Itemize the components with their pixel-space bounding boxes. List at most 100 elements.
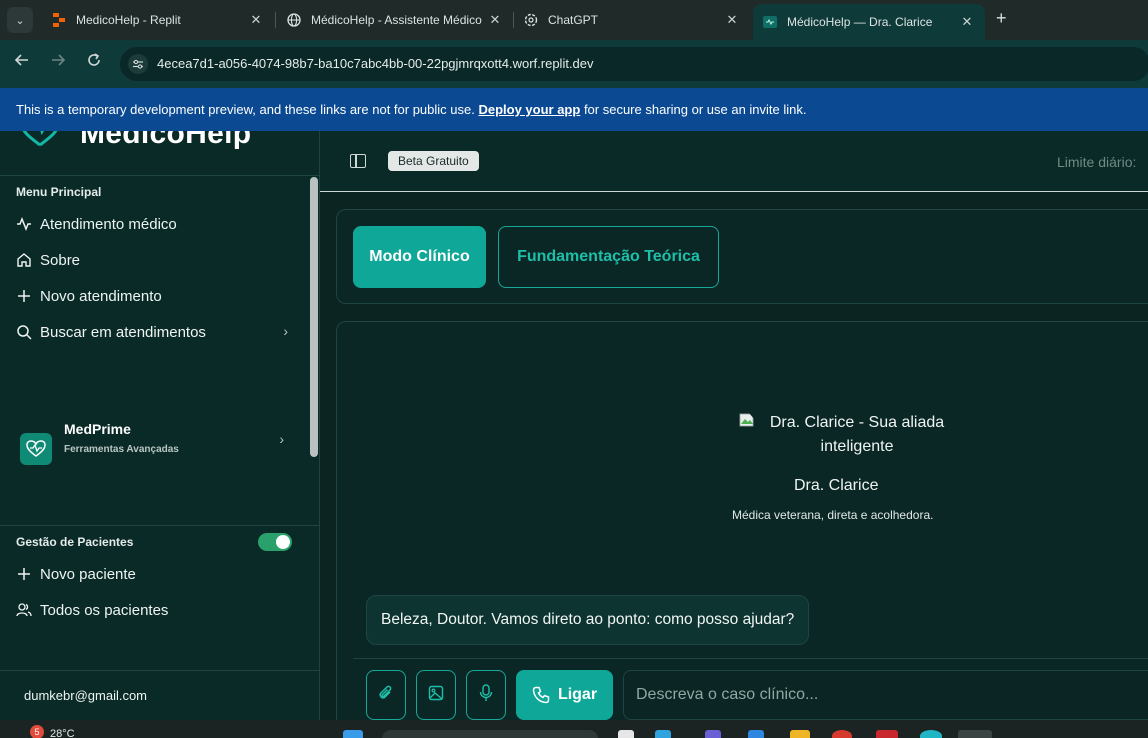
sidebar-item-atendimento-medico[interactable]: Atendimento médico xyxy=(16,212,296,236)
sidebar-item-label: Novo atendimento xyxy=(40,287,162,305)
beta-badge: Beta Gratuito xyxy=(388,151,479,171)
heart-pulse-logo-icon xyxy=(22,131,58,147)
taskbar-app-icon[interactable] xyxy=(920,730,942,738)
sidebar-item-novo-atendimento[interactable]: Novo atendimento xyxy=(16,284,296,308)
home-icon xyxy=(16,252,32,268)
chevron-right-icon: › xyxy=(283,323,288,339)
close-tab-icon[interactable]: ✕ xyxy=(724,12,740,28)
sidebar-item-buscar-atendimentos[interactable]: Buscar em atendimentos › xyxy=(16,320,296,344)
tab-title: MedicoHelp - Replit xyxy=(76,13,181,27)
banner-text: This is a temporary development preview,… xyxy=(16,102,479,117)
patients-toggle[interactable] xyxy=(258,533,292,551)
plus-icon xyxy=(16,288,32,304)
sidebar: MedicoHelp Menu Principal Atendimento mé… xyxy=(0,131,320,720)
divider xyxy=(353,658,1148,659)
sidebar-item-novo-paciente[interactable]: Novo paciente xyxy=(16,562,296,586)
plus-icon xyxy=(16,566,32,582)
weather-badge[interactable]: 5 xyxy=(30,725,44,738)
temperature-text[interactable]: 28°C xyxy=(50,728,75,738)
call-button-label: Ligar xyxy=(557,686,598,703)
main-topbar: Beta Gratuito Limite diário: xyxy=(320,131,1148,192)
reload-icon[interactable] xyxy=(86,52,102,73)
assistant-message: Beleza, Doutor. Vamos direto ao ponto: c… xyxy=(366,595,810,645)
medicohelp-favicon xyxy=(763,15,777,29)
sidebar-item-todos-pacientes[interactable]: Todos os pacientes xyxy=(16,598,296,622)
sidebar-item-label: Atendimento médico xyxy=(40,215,177,233)
assistant-avatar-alt-text: Dra. Clarice - Sua aliada inteligente xyxy=(769,414,945,455)
phone-icon xyxy=(532,686,550,704)
paperclip-icon xyxy=(378,684,394,707)
sidebar-toggle-icon[interactable] xyxy=(350,154,366,168)
microphone-button[interactable] xyxy=(466,670,506,720)
windows-start-icon[interactable] xyxy=(343,730,363,738)
taskbar-app-icon[interactable] xyxy=(832,730,852,738)
tab-title: ChatGPT xyxy=(548,13,599,27)
users-icon xyxy=(16,602,32,618)
assistant-name: Dra. Clarice xyxy=(794,477,879,494)
taskbar-search-box[interactable] xyxy=(382,730,598,738)
chatgpt-icon xyxy=(524,13,538,27)
mode-fundamentacao-button[interactable]: Fundamentação Teórica xyxy=(498,226,719,288)
medprime-subtitle: Ferramentas Avançadas xyxy=(64,444,179,455)
tab-separator xyxy=(275,12,276,28)
close-tab-icon[interactable]: ✕ xyxy=(248,12,264,28)
os-taskbar: 5 28°C xyxy=(0,720,1148,738)
close-tab-icon[interactable]: ✕ xyxy=(487,12,503,28)
divider xyxy=(0,525,319,526)
taskbar-app-icon-active[interactable] xyxy=(958,730,992,738)
taskbar-app-icon[interactable] xyxy=(655,730,671,738)
tab-title: MédicoHelp - Assistente Médico xyxy=(311,13,482,27)
sidebar-item-label: Buscar em atendimentos xyxy=(40,323,206,341)
browser-address-bar: 4ecea7d1-a056-4074-98b7-ba10c7abc4bb-00-… xyxy=(0,40,1148,88)
user-email[interactable]: dumkebr@gmail.com xyxy=(24,688,147,703)
tab-title: MédicoHelp — Dra. Clarice xyxy=(787,15,933,29)
replit-icon xyxy=(52,13,66,27)
browser-tab-bar: ⌄ MedicoHelp - Replit ✕ MédicoHelp - Ass… xyxy=(0,0,1148,40)
close-tab-icon[interactable]: ✕ xyxy=(959,14,975,30)
divider xyxy=(0,670,319,671)
search-icon xyxy=(16,324,32,340)
logo-text: MedicoHelp xyxy=(80,131,252,150)
deploy-app-link[interactable]: Deploy your app xyxy=(478,102,580,117)
globe-icon xyxy=(287,13,301,27)
tab-search-button[interactable]: ⌄ xyxy=(7,7,33,33)
taskbar-app-icon[interactable] xyxy=(618,730,634,738)
taskbar-app-icon[interactable] xyxy=(876,730,898,738)
attach-button[interactable] xyxy=(366,670,406,720)
toggle-knob xyxy=(276,535,290,549)
browser-tab-active[interactable]: MédicoHelp — Dra. Clarice ✕ xyxy=(753,4,985,40)
omnibox[interactable]: 4ecea7d1-a056-4074-98b7-ba10c7abc4bb-00-… xyxy=(120,47,1148,81)
microphone-icon xyxy=(479,683,493,707)
medprime-title: MedPrime xyxy=(64,421,131,437)
taskbar-app-icon[interactable] xyxy=(748,730,764,738)
medprime-card[interactable]: MedPrime Ferramentas Avançadas › xyxy=(16,421,296,469)
daily-limit-text: Limite diário: xyxy=(1057,154,1137,170)
new-tab-button[interactable]: + xyxy=(996,8,1007,29)
dev-preview-banner: This is a temporary development preview,… xyxy=(0,88,1148,131)
banner-text-suffix: for secure sharing or use an invite link… xyxy=(580,102,807,117)
main-content: Beta Gratuito Limite diário: Modo Clínic… xyxy=(320,131,1148,720)
taskbar-app-icon[interactable] xyxy=(705,730,721,738)
case-description-input[interactable] xyxy=(623,670,1148,720)
image-icon xyxy=(428,685,444,706)
logo[interactable]: MedicoHelp xyxy=(0,131,319,157)
browser-tab[interactable]: MédicoHelp - Assistente Médico ✕ xyxy=(277,4,513,36)
back-icon[interactable] xyxy=(14,52,30,73)
sidebar-item-label: Sobre xyxy=(40,251,81,269)
call-button[interactable]: Ligar xyxy=(516,670,613,720)
chevron-right-icon: › xyxy=(279,431,284,447)
image-upload-button[interactable] xyxy=(416,670,456,720)
site-info-icon[interactable] xyxy=(128,54,148,74)
browser-tab[interactable]: MedicoHelp - Replit ✕ xyxy=(42,4,274,36)
mode-clinico-button[interactable]: Modo Clínico xyxy=(353,226,486,288)
activity-icon xyxy=(16,216,32,232)
patients-section-title: Gestão de Pacientes xyxy=(16,535,134,549)
sidebar-item-label: Todos os pacientes xyxy=(40,601,169,619)
url-text[interactable]: 4ecea7d1-a056-4074-98b7-ba10c7abc4bb-00-… xyxy=(157,56,594,71)
taskbar-app-icon[interactable] xyxy=(790,730,810,738)
assistant-description: Médica veterana, direta e acolhedora. xyxy=(732,508,934,522)
browser-tab[interactable]: ChatGPT ✕ xyxy=(514,4,750,36)
sidebar-item-sobre[interactable]: Sobre xyxy=(16,248,296,272)
sidebar-scrollbar[interactable] xyxy=(310,177,318,457)
forward-icon[interactable] xyxy=(50,52,66,73)
